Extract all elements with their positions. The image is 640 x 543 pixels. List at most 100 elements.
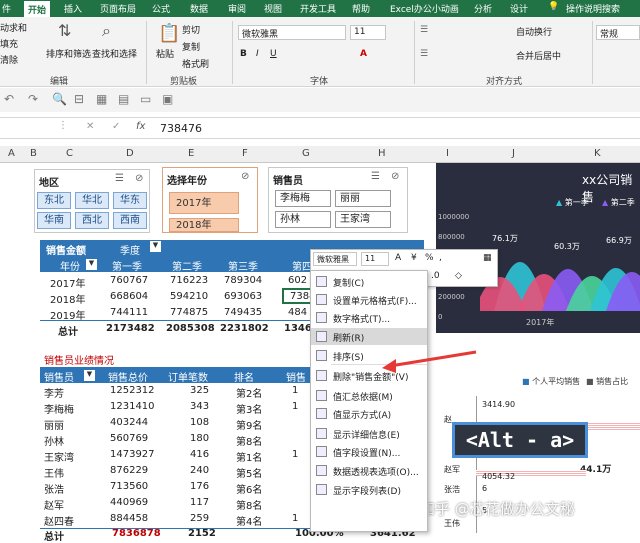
mini-font-combo[interactable]: 微软雅黑 [313,252,357,266]
find-select-button[interactable]: 查找和选择 [92,47,137,60]
cell[interactable]: 343 [190,401,209,412]
cell[interactable]: 440969 [110,497,148,508]
column-label[interactable]: 季度 [120,242,140,257]
tab-data[interactable]: 数据 [190,2,208,15]
cell[interactable]: 602 [288,275,307,286]
tab-developer[interactable]: 开发工具 [300,2,336,15]
cell[interactable]: 1 [292,401,298,412]
currency-icon[interactable]: ¥ [411,253,417,263]
formula-input[interactable]: 738476 [160,122,202,135]
cell[interactable]: 325 [190,385,209,396]
cell[interactable]: 1 [292,449,298,460]
show-values-as-item[interactable]: 值显示方式(A) [311,405,427,422]
cell[interactable]: 884458 [110,513,148,524]
col-header[interactable]: A [8,148,15,159]
chart-icon[interactable]: ▤ [118,92,129,106]
tab-formulas[interactable]: 公式 [152,2,170,15]
refresh-item[interactable]: 刷新(R) [311,328,427,345]
tab-excel-anim[interactable]: Excel办公小动画 [390,2,459,15]
align-top-icon[interactable]: ☰ [420,25,428,35]
tab-review[interactable]: 审阅 [228,2,246,15]
comma-icon[interactable]: , [439,253,442,263]
cell[interactable]: 176 [190,481,209,492]
col-header[interactable]: H [378,148,386,159]
merge-center-button[interactable]: 合并后居中 [516,49,561,62]
show-details-item[interactable]: 显示详细信息(E) [311,425,427,442]
cell[interactable]: 749435 [224,307,262,318]
slicer-item[interactable]: 2018年 [169,218,239,232]
cell[interactable]: 第4名 [236,513,262,528]
col-header[interactable]: D [126,148,134,159]
col-header[interactable]: I [446,148,449,159]
namebox-dropdown-icon[interactable]: ⋮ [58,120,68,131]
tab-view[interactable]: 视图 [264,2,282,15]
cell[interactable]: 789304 [224,275,262,286]
format-cells-item[interactable]: 设置单元格格式(F)... [311,291,427,308]
table-icon[interactable]: ▦ [483,253,492,263]
total-cell[interactable]: 2152 [188,528,216,539]
mini-size-combo[interactable]: 11 [361,252,389,266]
multiselect-icon[interactable]: ☰ [115,173,124,184]
filter-icon[interactable]: ⊟ [74,92,84,106]
percent-icon[interactable]: % [425,253,434,263]
undo-icon[interactable]: ↶ [4,92,14,106]
cell[interactable]: 1231410 [110,401,155,412]
col-header[interactable]: G [302,148,310,159]
show-field-list-item[interactable]: 显示字段列表(D) [311,481,427,498]
tab-page-layout[interactable]: 页面布局 [100,2,136,15]
fx-label[interactable]: fx [136,121,145,132]
cell[interactable]: 240 [190,465,209,476]
cell[interactable]: 第1名 [236,449,262,464]
cut-button[interactable]: 剪切 [182,23,200,36]
cell[interactable]: 713560 [110,481,148,492]
paste-button[interactable]: 粘贴 [156,47,174,60]
cell[interactable]: 1252312 [110,385,155,396]
slicer-item[interactable]: 王家湾 [335,211,391,228]
align-left-icon[interactable]: ☰ [420,49,428,59]
col-header[interactable]: 销售员 [44,369,74,384]
pivot-options-item[interactable]: 数据透视表选项(O)... [311,462,427,479]
sort-filter-button[interactable]: 排序和筛选 [46,47,91,60]
slicer-item[interactable]: 华南 [37,212,71,229]
cell[interactable]: 403244 [110,417,148,428]
cell[interactable]: 416 [190,449,209,460]
tab-file[interactable]: 件 [2,2,11,15]
cell[interactable]: 1 [292,385,298,396]
fill-button[interactable]: 填充 [0,37,18,50]
value-field-label[interactable]: 销售金额 [46,242,86,257]
multiselect-icon[interactable]: ☰ [371,171,380,182]
col-header[interactable]: C [66,148,73,159]
slicer-item[interactable]: 东北 [37,192,71,209]
total-cell[interactable]: 7836878 [112,528,161,539]
number-format-combo[interactable]: 常规 [596,25,640,40]
cell[interactable]: 108 [190,417,209,428]
sales-chart[interactable]: xx公司销售 ▲ 第一季 ▲ 第二季 100000080000060000040… [436,163,640,333]
cell[interactable]: 1 [292,513,298,524]
autosum-button[interactable]: 动求和 [0,21,27,34]
col-header[interactable]: J [512,148,515,159]
format-painter-button[interactable]: 格式刷 [182,57,209,70]
cell[interactable]: 693063 [224,291,262,302]
clear-filter-icon[interactable]: ⊘ [135,173,143,184]
slicer-item[interactable]: 孙林 [275,211,331,228]
cell[interactable]: 第2名 [236,385,262,400]
total-cell[interactable]: 1346 [284,323,312,334]
total-cell[interactable]: 2173482 [106,323,155,334]
summarize-by-item[interactable]: 值汇总依据(M) [311,387,427,404]
slicer-item[interactable]: 李梅梅 [275,190,331,207]
cell[interactable]: 第6名 [236,481,262,496]
col-header[interactable]: K [594,148,601,159]
cell[interactable]: 第5名 [236,465,262,480]
tell-me-search[interactable]: 操作说明搜索 [566,2,620,15]
copy-item[interactable]: 复制(C) [311,273,427,290]
cell[interactable]: 1473927 [110,449,155,460]
filter-dropdown-icon[interactable]: ▼ [150,241,161,252]
cell[interactable]: 716223 [170,275,208,286]
col-header[interactable]: E [188,148,194,159]
redo-icon[interactable]: ↷ [28,92,38,106]
print-preview-icon[interactable]: 🔍 [52,92,67,106]
cell[interactable]: 760767 [110,275,148,286]
cell[interactable]: 117 [190,497,209,508]
number-format-item[interactable]: 数字格式(T)... [311,309,427,326]
cell[interactable]: 560769 [110,433,148,444]
